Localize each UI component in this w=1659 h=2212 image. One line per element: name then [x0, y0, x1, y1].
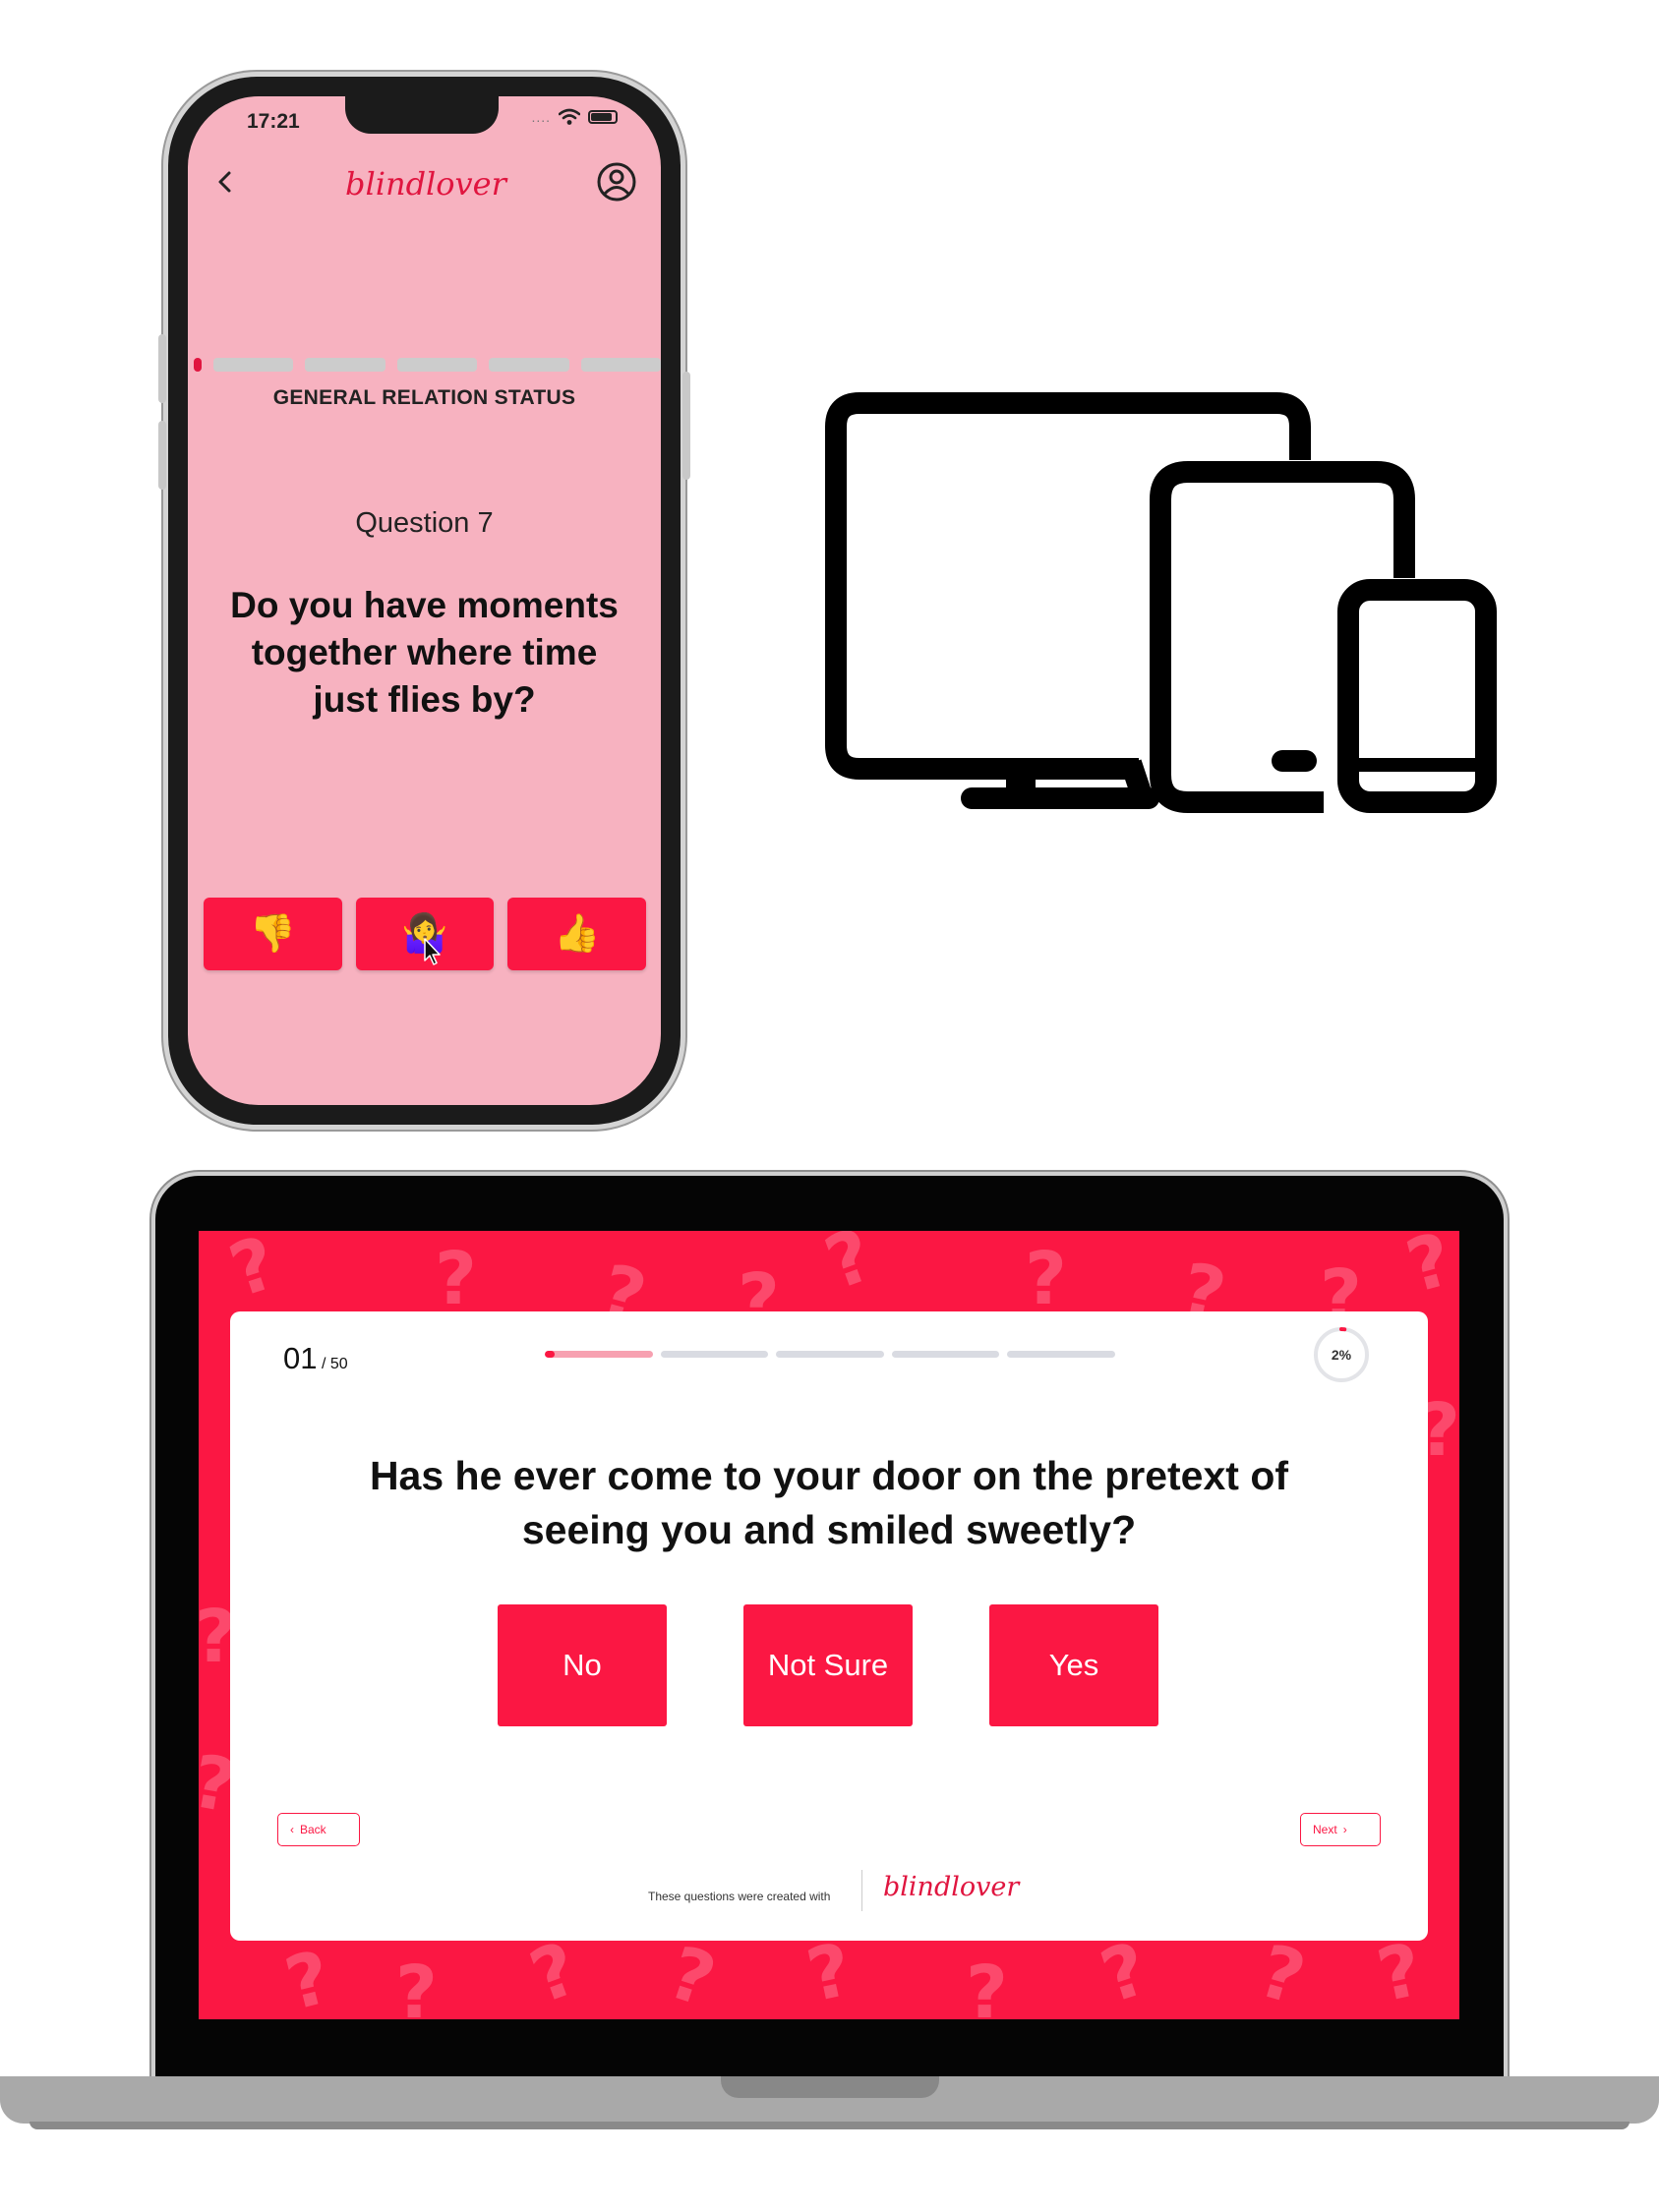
progress-segment	[1007, 1351, 1115, 1358]
laptop-mockup: ? ? ? ? ? ? ? ? ? ? ? ? ? ? ? ? ? ? ? ? …	[155, 1176, 1504, 2080]
answer-buttons: No Not Sure Yes	[498, 1604, 1158, 1726]
question-mark-decoration: ?	[1397, 1231, 1459, 1310]
chevron-right-icon: ›	[1342, 1823, 1347, 1836]
question-mark-decoration: ?	[814, 1231, 884, 1307]
footer-divider	[861, 1870, 862, 1911]
counter-total: / 50	[321, 1356, 348, 1372]
question-mark-decoration: ?	[1370, 1927, 1430, 2019]
progress-segment	[580, 358, 661, 372]
status-time: 17:21	[247, 110, 300, 133]
back-label: Back	[300, 1823, 326, 1836]
mouse-cursor-icon	[423, 938, 441, 965]
footer-note: These questions were created with	[648, 1890, 831, 1903]
question-mark-decoration: ?	[800, 1927, 859, 2019]
thumbs-down-button[interactable]: 👎	[204, 898, 342, 970]
phone-volume-down-button	[158, 421, 166, 490]
progress-ring: 2%	[1312, 1325, 1371, 1384]
progress-segment	[396, 358, 478, 372]
question-mark-decoration: ?	[435, 1237, 477, 1321]
user-circle-icon[interactable]	[596, 161, 637, 203]
thumbs-up-button[interactable]: 👍	[507, 898, 647, 970]
status-icons: ....	[531, 108, 618, 126]
progress-segment	[305, 358, 385, 372]
devices-icon	[825, 392, 1497, 813]
question-progress-bar	[545, 1351, 1115, 1358]
laptop-screen: ? ? ? ? ? ? ? ? ? ? ? ? ? ? ? ? ? ? ? ? …	[199, 1231, 1459, 2019]
progress-segment-active	[194, 358, 202, 372]
next-label: Next	[1313, 1823, 1337, 1836]
question-mark-decoration: ?	[395, 1950, 438, 2019]
question-mark-decoration: ?	[277, 1935, 339, 2019]
phone-volume-up-button	[158, 334, 166, 403]
question-counter: 01 / 50	[283, 1341, 348, 1376]
answer-buttons: 👎 🤷‍♀️ 👍	[204, 898, 647, 970]
progress-percent: 2%	[1331, 1347, 1352, 1363]
progress-segment	[213, 358, 294, 372]
answer-yes-button[interactable]: Yes	[989, 1604, 1158, 1726]
phone-mockup: 17:21 .... blindlover GENERAL RELATION S…	[158, 77, 690, 1125]
progress-segment	[891, 1351, 1000, 1358]
cellular-dots: ....	[531, 109, 551, 125]
category-label: GENERAL RELATION STATUS	[272, 386, 576, 409]
battery-icon	[588, 110, 618, 124]
laptop-hinge-notch	[721, 2076, 939, 2098]
footer-logo[interactable]: blindlover	[883, 1872, 1019, 1902]
progress-segment	[776, 1351, 884, 1358]
wifi-icon	[559, 108, 580, 125]
question-mark-decoration: ?	[966, 1950, 1008, 2019]
phone-screen: 17:21 .... blindlover GENERAL RELATION S…	[188, 96, 661, 1105]
progress-segment	[660, 1351, 769, 1358]
progress-segment-active	[545, 1351, 653, 1358]
question-mark-decoration: ?	[1249, 1928, 1314, 2019]
question-number: Question 7	[355, 507, 494, 539]
progress-segment	[489, 358, 569, 372]
question-text: Do you have moments together where time …	[230, 585, 619, 720]
app-logo: blindlover	[345, 165, 506, 203]
back-button[interactable]: ‹ Back	[277, 1813, 360, 1846]
question-mark-decoration: ?	[658, 1930, 726, 2019]
question-text: Has he ever come to your door on the pre…	[369, 1453, 1289, 1552]
counter-current: 01	[283, 1341, 318, 1375]
back-chevron-icon[interactable]	[211, 163, 239, 201]
answer-not-sure-button[interactable]: Not Sure	[743, 1604, 913, 1726]
answer-no-button[interactable]: No	[498, 1604, 667, 1726]
phone-notch	[345, 96, 499, 134]
shrug-button[interactable]: 🤷‍♀️	[355, 898, 495, 970]
chevron-left-icon: ‹	[290, 1823, 294, 1836]
question-mark-decoration: ?	[219, 1231, 287, 1314]
question-mark-decoration: ?	[1025, 1237, 1067, 1321]
question-progress-bar	[194, 358, 661, 372]
phone-power-button	[682, 372, 690, 480]
next-button[interactable]: Next ›	[1300, 1813, 1381, 1846]
quiz-card: 01 / 50 2% Has he ever come to your door…	[230, 1311, 1428, 1941]
